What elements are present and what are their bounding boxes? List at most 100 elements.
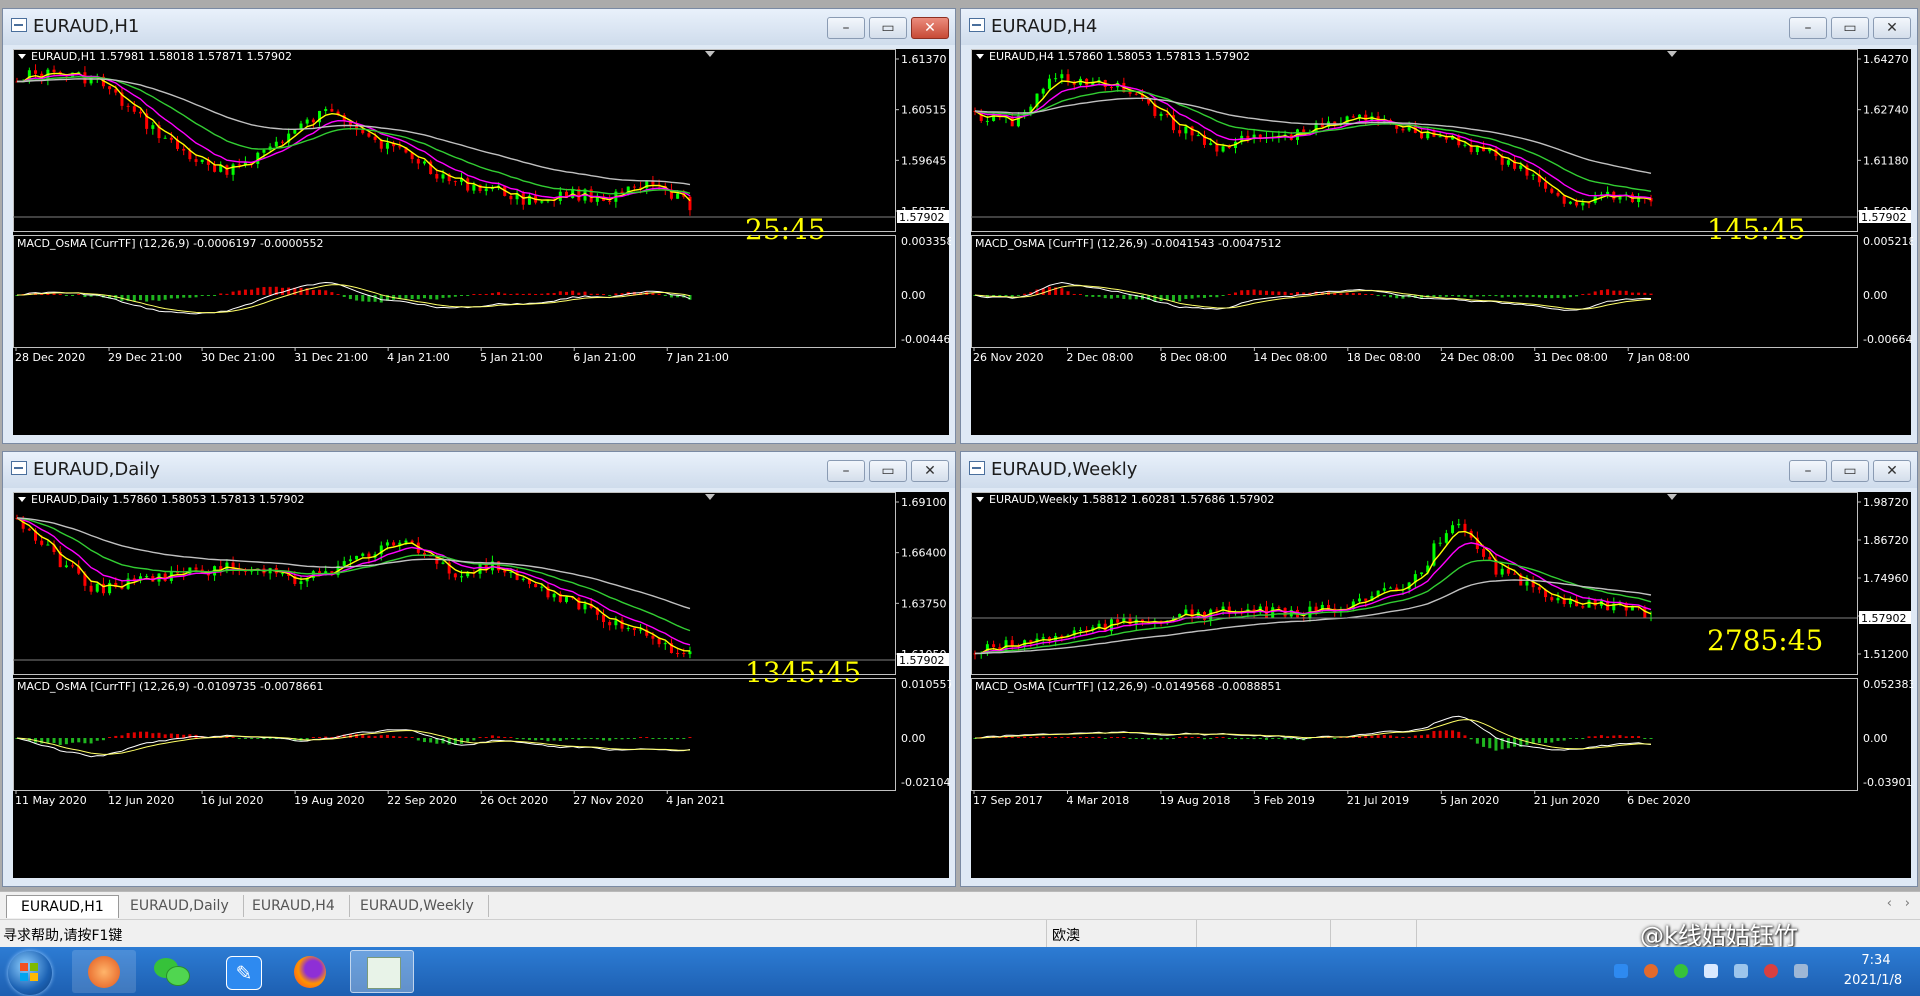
chart-window-h1[interactable]: EURAUD,H1 – ▭ ✕ EURAUD,H1 1.57981 1.5801… <box>2 8 956 444</box>
tab-euraud-h1[interactable]: EURAUD,H1 <box>6 895 119 918</box>
chart-app-icon[interactable] <box>350 950 414 993</box>
macd-bar <box>688 737 692 738</box>
panel-separator <box>971 232 1858 235</box>
macd-bar <box>176 734 180 738</box>
macd-bar <box>484 293 488 295</box>
clock-date[interactable]: 2021/1/8 <box>1830 973 1916 988</box>
status-divider <box>1196 920 1197 948</box>
macd-bar <box>1358 293 1362 295</box>
window-titlebar[interactable]: EURAUD,H1 – ▭ ✕ <box>3 9 955 45</box>
macd-bar <box>1482 295 1486 297</box>
candle-body <box>1519 165 1523 169</box>
candle-body <box>1575 201 1579 206</box>
macd-bar <box>589 738 593 739</box>
windows-start-icon[interactable] <box>8 951 52 995</box>
macd-bar <box>1587 736 1591 738</box>
macd-bar <box>1444 730 1448 738</box>
window-titlebar[interactable]: EURAUD,H4 – ▭ ✕ <box>961 9 1917 45</box>
minimize-icon[interactable]: – <box>1789 460 1827 482</box>
tab-scroll-right-icon[interactable]: › <box>1905 896 1910 911</box>
chart-window-icon <box>11 461 27 475</box>
tray-signal-icon[interactable] <box>1794 964 1808 978</box>
date-tick-label: 31 Dec 08:00 <box>1534 351 1608 364</box>
date-tick-label: 11 May 2020 <box>15 794 87 807</box>
wechat-icon[interactable] <box>140 950 204 993</box>
window-title: EURAUD,Weekly <box>991 459 1138 480</box>
macd-bar <box>1227 294 1231 295</box>
candle-body <box>305 119 309 124</box>
chart-area[interactable]: EURAUD,H1 1.57981 1.58018 1.57871 1.5790… <box>13 49 951 435</box>
chart-window-h4[interactable]: EURAUD,H4 – ▭ ✕ EURAUD,H4 1.57860 1.5805… <box>960 8 1918 444</box>
macd-bar <box>1463 735 1467 738</box>
minimize-icon[interactable]: – <box>1789 17 1827 39</box>
chart-window-weekly[interactable]: EURAUD,Weekly – ▭ ✕ EURAUD,Weekly 1.5881… <box>960 451 1918 887</box>
restore-icon[interactable]: ▭ <box>869 17 907 39</box>
close-icon[interactable]: ✕ <box>911 17 949 39</box>
tray-volume-icon[interactable] <box>1764 964 1778 978</box>
macd-bar <box>663 738 667 739</box>
macd-bar <box>64 295 68 296</box>
clock-time[interactable]: 7:34 <box>1840 953 1912 968</box>
tray-dragon-icon[interactable] <box>1644 964 1658 978</box>
window-titlebar[interactable]: EURAUD,Daily – ▭ ✕ <box>3 452 955 488</box>
price-tick-label: 1.61180 <box>1863 154 1909 167</box>
macd-bar <box>151 295 155 301</box>
macd-bar <box>1568 295 1572 298</box>
macd-bar <box>602 738 606 741</box>
candle-body <box>1587 600 1591 608</box>
macd-bar <box>1593 736 1597 738</box>
chart-window-daily[interactable]: EURAUD,Daily – ▭ ✕ EURAUD,Daily 1.57860 … <box>2 451 956 887</box>
macd-bar <box>367 735 371 738</box>
tab-euraud-weekly[interactable]: EURAUD,Weekly <box>346 895 489 917</box>
date-tick-label: 4 Mar 2018 <box>1066 794 1129 807</box>
chart-area[interactable]: EURAUD,Daily 1.57860 1.58053 1.57813 1.5… <box>13 492 951 878</box>
restore-icon[interactable]: ▭ <box>1831 17 1869 39</box>
tray-shield-icon[interactable] <box>1704 964 1718 978</box>
candle-body <box>676 652 680 654</box>
macd-bar <box>1240 290 1244 295</box>
macd-bar <box>595 293 599 295</box>
macd-bar <box>77 738 81 743</box>
tray-network-icon[interactable] <box>1614 964 1628 978</box>
window-titlebar[interactable]: EURAUD,Weekly – ▭ ✕ <box>961 452 1917 488</box>
candle-body <box>626 627 630 629</box>
candle-body <box>1184 126 1188 134</box>
tray-wechat-icon[interactable] <box>1674 964 1688 978</box>
macd-bar <box>645 737 649 738</box>
macd-bar <box>577 738 581 740</box>
tray-usb-icon[interactable] <box>1734 964 1748 978</box>
candle-body <box>293 129 297 134</box>
chart-area[interactable]: EURAUD,Weekly 1.58812 1.60281 1.57686 1.… <box>971 492 1913 878</box>
close-icon[interactable]: ✕ <box>1873 460 1911 482</box>
firefox-icon[interactable] <box>280 950 344 993</box>
minimize-icon[interactable]: – <box>827 460 865 482</box>
candle-body <box>1215 609 1219 611</box>
dragon-app-icon[interactable] <box>72 950 136 993</box>
close-icon[interactable]: ✕ <box>911 460 949 482</box>
chart-area[interactable]: EURAUD,H4 1.57860 1.58053 1.57813 1.5790… <box>971 49 1913 435</box>
candle-body <box>410 540 414 543</box>
restore-icon[interactable]: ▭ <box>1831 460 1869 482</box>
minimize-icon[interactable]: – <box>827 17 865 39</box>
macd-bar <box>1432 731 1436 738</box>
macd-bar <box>1351 293 1355 295</box>
tab-scroll-left-icon[interactable]: ‹ <box>1887 896 1892 911</box>
macd-bar <box>1618 735 1622 738</box>
macd-bar <box>318 289 322 295</box>
macd-bar <box>1178 737 1182 738</box>
tab-euraud-daily[interactable]: EURAUD,Daily <box>116 895 244 917</box>
close-icon[interactable]: ✕ <box>1873 17 1911 39</box>
macd-bar <box>1401 737 1405 738</box>
macd-bar <box>237 290 241 295</box>
macd-bar <box>478 294 482 295</box>
price-tick-label: 1.62740 <box>1863 104 1909 117</box>
macd-bar <box>1624 290 1628 295</box>
candle-body <box>466 178 470 191</box>
macd-bar <box>1277 738 1281 739</box>
restore-icon[interactable]: ▭ <box>869 460 907 482</box>
tab-euraud-h4[interactable]: EURAUD,H4 <box>238 895 350 917</box>
note-icon[interactable]: ✎ <box>212 950 276 993</box>
macd-bar <box>1066 291 1070 295</box>
candle-body <box>1581 606 1585 608</box>
macd-bar <box>1109 295 1113 299</box>
